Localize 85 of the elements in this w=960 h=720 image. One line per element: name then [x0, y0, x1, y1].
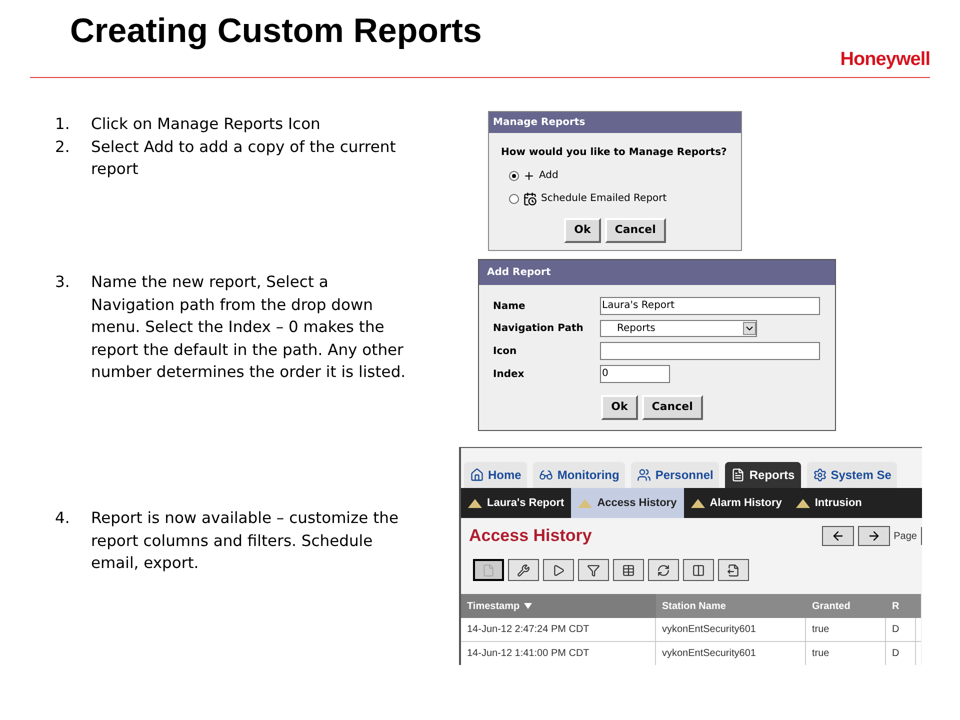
dropdown[interactable]: Reports: [600, 320, 757, 337]
toolbar-button[interactable]: [683, 559, 714, 581]
step-text: Select Add to add a copy of the current report: [91, 136, 397, 180]
toolbar-button[interactable]: [543, 559, 574, 581]
toolbar-button[interactable]: [648, 559, 679, 581]
table-cell-text: true: [812, 647, 830, 661]
triangle-icon: [690, 498, 705, 508]
sub-tab[interactable]: Alarm History: [684, 488, 789, 518]
toolbar-button[interactable]: [473, 559, 504, 581]
sort-down-icon: [524, 603, 532, 609]
play-icon: [552, 564, 565, 576]
column-header[interactable]: Timestamp: [461, 594, 656, 618]
field-label: Icon: [493, 344, 518, 358]
step-text: Click on Manage Reports Icon: [91, 114, 320, 135]
nav-tab[interactable]: Personnel: [631, 462, 720, 488]
people-icon: [637, 468, 652, 482]
step-number: 3.: [55, 272, 71, 293]
step-text: Report is now available – customize the report columns and filters. Schedule email, export.: [91, 508, 400, 574]
step-number: 1.: [55, 114, 71, 135]
dialog-button[interactable]: Cancel: [642, 395, 703, 420]
table-cell-text: 14-Jun-12 1:41:00 PM CDT: [467, 647, 590, 661]
option-label: Schedule Emailed Report: [541, 192, 667, 206]
column-label: Timestamp: [467, 600, 520, 614]
field-label: Navigation Path: [493, 322, 584, 336]
input-field[interactable]: 0: [600, 365, 670, 383]
wrench-icon: [517, 564, 530, 576]
toolbar-button[interactable]: [613, 559, 644, 581]
table-cell-text: true: [812, 623, 830, 637]
radio-button[interactable]: [509, 194, 519, 204]
column-label: Granted: [812, 600, 850, 614]
page-heading: Access History: [469, 525, 592, 548]
calendar-clock-icon: [523, 192, 537, 206]
document-icon: [482, 564, 495, 576]
previous-page-button[interactable]: [822, 526, 854, 546]
option-label: Add: [539, 169, 558, 183]
dialog-question: How would you like to Manage Reports?: [501, 146, 728, 160]
step-number: 4.: [55, 508, 71, 529]
slide-title: Creating Custom Reports: [70, 11, 482, 52]
refresh-icon: [657, 564, 670, 576]
next-page-button[interactable]: [858, 526, 890, 546]
triangle-icon: [468, 498, 482, 508]
table-cell-text: 14-Jun-12 2:47:24 PM CDT: [467, 623, 590, 637]
glasses-icon: [539, 468, 554, 482]
sub-tab[interactable]: Laura's Report: [461, 488, 572, 518]
table-cell-text: D: [892, 647, 900, 661]
nav-tab[interactable]: System Se: [806, 462, 898, 488]
toolbar-button[interactable]: [718, 559, 749, 581]
dropdown-value: Reports: [617, 322, 656, 336]
triangle-icon: [578, 498, 592, 508]
input-field[interactable]: [600, 342, 820, 360]
dialog-title: Manage Reports: [489, 112, 741, 133]
table-cell-text: D: [892, 623, 900, 637]
dialog-button[interactable]: Ok: [564, 218, 601, 242]
nav-tab[interactable]: Home: [464, 462, 528, 488]
table-icon: [622, 564, 635, 576]
dialog-button[interactable]: Cancel: [604, 218, 666, 242]
sub-tab[interactable]: Access History: [571, 488, 684, 518]
logo: Honeywell: [840, 48, 930, 72]
input-field[interactable]: Laura's Report: [600, 297, 820, 315]
step-number: 2.: [55, 136, 71, 158]
columns-icon: [692, 564, 705, 576]
table-cell-text: vykonEntSecurity601: [662, 647, 756, 661]
plus-icon: [523, 170, 535, 182]
dialog-button[interactable]: Ok: [601, 395, 638, 420]
field-label: Index: [493, 368, 526, 382]
step-text: Name the new report, Select a Navigation path from the drop down menu. Select the Index – 0 makes the report the default in the path. Any other number determines the order it is listed.: [91, 272, 407, 383]
column-label: R: [892, 600, 900, 614]
right-arrow-icon: [866, 529, 881, 543]
page-label: Page: [894, 530, 917, 544]
triangle-icon: [796, 498, 810, 508]
toolbar-button[interactable]: [508, 559, 539, 581]
table-cell-text: vykonEntSecurity601: [662, 623, 756, 637]
toolbar-button[interactable]: [578, 559, 609, 581]
nav-tab[interactable]: Monitoring: [533, 462, 626, 488]
field-label: Name: [493, 300, 526, 314]
document-icon: [731, 468, 746, 482]
house-icon: [470, 468, 484, 482]
column-label: Station Name: [662, 600, 726, 614]
radio-button[interactable]: [509, 170, 519, 180]
export-icon: [727, 564, 740, 576]
sub-tab[interactable]: Intrusion: [788, 488, 869, 518]
filter-icon: [587, 564, 600, 576]
gear-icon: [812, 468, 827, 482]
nav-tab[interactable]: Reports: [725, 462, 801, 488]
dialog-title: Add Report: [479, 260, 835, 285]
